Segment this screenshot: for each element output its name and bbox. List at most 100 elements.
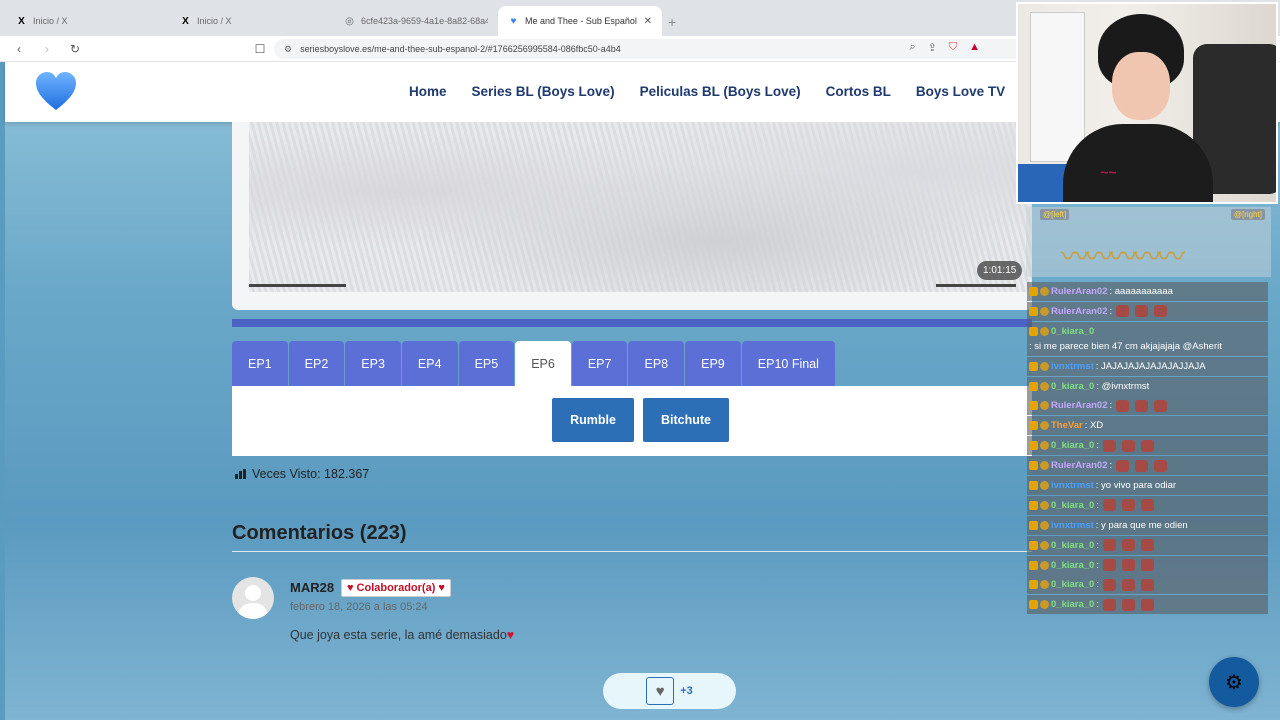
chat-username[interactable]: 0_kiara_0 xyxy=(1051,499,1094,512)
share-icon[interactable]: ⇪ xyxy=(928,41,937,54)
chat-username[interactable]: 0_kiara_0 xyxy=(1051,380,1094,393)
chat-message: ivnxtrmst: JAJAJAJAJAJAJAJJAJA xyxy=(1027,356,1268,376)
browser-tab[interactable]: ◎ 6cfe423a-9659-4a1e-8a82-68a4515... xyxy=(334,6,498,36)
video-player[interactable]: 1:01:15 xyxy=(232,122,1032,310)
chat-username[interactable]: 0_kiara_0 xyxy=(1051,539,1094,552)
reload-icon[interactable]: ↻ xyxy=(68,42,82,56)
tab-ep5[interactable]: EP5 xyxy=(458,341,515,386)
avatar xyxy=(232,577,274,619)
tab-ep4[interactable]: EP4 xyxy=(401,341,458,386)
emote-icon xyxy=(1116,305,1130,318)
chat-message: 0_kiara_0: xyxy=(1027,555,1268,575)
close-tab-icon[interactable]: ✕ xyxy=(644,16,652,27)
new-tab-icon[interactable]: + xyxy=(668,14,676,30)
tab-ep1[interactable]: EP1 xyxy=(232,341,288,386)
nav-peliculas-bl[interactable]: Peliculas BL (Boys Love) xyxy=(640,84,801,99)
gear-icon: ⚙ xyxy=(1225,671,1243,694)
comment-author[interactable]: MAR28 xyxy=(290,580,334,595)
chat-message: 0_kiara_0: xyxy=(1027,436,1268,456)
badge-icon xyxy=(1040,441,1049,451)
video-progress[interactable] xyxy=(249,284,346,287)
zoom-icon[interactable]: ⌕ xyxy=(909,41,915,54)
like-bar: ♥ +3 xyxy=(603,673,736,709)
chat-message: RulerAran02: xyxy=(1027,396,1268,416)
chat-text: : xyxy=(1096,499,1099,511)
alert-label: @[left] xyxy=(1040,209,1070,220)
chat-message: ivnxtrmst: yo vivo para odiar xyxy=(1027,476,1268,496)
emote-icon xyxy=(1102,598,1116,611)
like-count: +3 xyxy=(680,685,693,697)
chat-username[interactable]: RulerAran02 xyxy=(1051,305,1108,318)
badge-icon xyxy=(1029,361,1038,371)
video-progress-end xyxy=(936,284,1016,287)
chat-text: : y para que me odien xyxy=(1095,519,1188,531)
dragon-emote-icon: 〰〰〰〰〰 xyxy=(1061,241,1185,272)
chat-message: 0_kiara_0: xyxy=(1027,495,1268,515)
like-heart-button[interactable]: ♥ xyxy=(646,677,675,705)
chat-text: : xyxy=(1096,599,1099,611)
chat-username[interactable]: ivnxtrmst xyxy=(1051,360,1094,373)
chat-username[interactable]: 0_kiara_0 xyxy=(1051,439,1094,452)
back-icon[interactable]: ‹ xyxy=(12,42,26,56)
chat-message: 0_kiara_0: @ivnxtrmst xyxy=(1027,376,1268,396)
site-info-icon[interactable]: ⚙ xyxy=(284,44,292,55)
bookmark-icon[interactable]: ☐ xyxy=(253,42,267,56)
badge-icon xyxy=(1040,421,1049,431)
badge-icon xyxy=(1040,326,1049,336)
chat-message: 0_kiara_0: xyxy=(1027,595,1268,615)
tab-ep2[interactable]: EP2 xyxy=(288,341,345,386)
badge-icon xyxy=(1040,600,1049,610)
nav-boys-love-tv[interactable]: Boys Love TV xyxy=(916,84,1005,99)
rewards-icon[interactable]: ▲ xyxy=(969,41,980,54)
shirt-graphic: ~~ xyxy=(1100,164,1117,180)
chat-username[interactable]: ivnxtrmst xyxy=(1051,479,1094,492)
chat-username[interactable]: 0_kiara_0 xyxy=(1051,325,1094,338)
x-logo-icon: X xyxy=(18,15,25,27)
nav-home[interactable]: Home xyxy=(409,84,447,99)
chat-username[interactable]: RulerAran02 xyxy=(1051,399,1108,412)
badge-icon xyxy=(1029,306,1038,316)
tab-ep8[interactable]: EP8 xyxy=(628,341,685,386)
browser-tab[interactable]: X Inicio / X xyxy=(6,6,170,36)
emote-icon xyxy=(1102,578,1116,591)
chat-text: : aaaaaaaaaaa xyxy=(1109,286,1173,297)
emote-icon xyxy=(1116,399,1130,412)
stream-chat: RulerAran02: aaaaaaaaaaa RulerAran02:0_ki… xyxy=(1027,282,1268,615)
bitchute-button[interactable]: Bitchute xyxy=(643,398,729,442)
settings-gear-button[interactable]: ⚙ xyxy=(1209,657,1259,707)
tab-ep7[interactable]: EP7 xyxy=(571,341,628,386)
rumble-button[interactable]: Rumble xyxy=(552,398,634,442)
tab-ep6[interactable]: EP6 xyxy=(515,341,571,386)
tab-ep10-final[interactable]: EP10 Final xyxy=(741,341,835,386)
forward-icon[interactable]: › xyxy=(40,42,54,56)
heart-logo-icon[interactable] xyxy=(35,72,77,112)
chat-username[interactable]: TheVar xyxy=(1051,419,1083,432)
tab-ep9[interactable]: EP9 xyxy=(685,341,741,386)
badge-icon xyxy=(1040,306,1049,316)
globe-icon: ◎ xyxy=(345,15,354,27)
heart-favicon-icon: ♥ xyxy=(510,15,517,27)
chat-username[interactable]: RulerAran02 xyxy=(1051,459,1108,472)
browser-tab-active[interactable]: ♥ Me and Thee - Sub Español - Se ✕ xyxy=(498,6,662,36)
chat-message: RulerAran02: xyxy=(1027,301,1268,321)
badge-label: Colaborador(a) xyxy=(356,582,436,594)
nav-cortos-bl[interactable]: Cortos BL xyxy=(826,84,891,99)
comment-date[interactable]: febrero 18, 2026 a las 05:24 xyxy=(290,601,428,613)
tab-ep3[interactable]: EP3 xyxy=(345,341,401,386)
browser-tab[interactable]: X Inicio / X xyxy=(170,6,334,36)
chat-username[interactable]: RulerAran02 xyxy=(1051,285,1108,298)
badge-icon xyxy=(1040,500,1049,510)
view-count: Veces Visto: 182.367 xyxy=(235,467,369,481)
badge-icon xyxy=(1029,381,1038,391)
badge-icon xyxy=(1040,287,1049,296)
shield-icon[interactable]: ⛉ xyxy=(949,41,957,54)
badge-icon xyxy=(1040,381,1049,391)
badge-icon xyxy=(1040,461,1049,471)
chat-username[interactable]: ivnxtrmst xyxy=(1051,519,1094,532)
nav-series-bl[interactable]: Series BL (Boys Love) xyxy=(472,84,615,99)
emote-icon xyxy=(1121,598,1135,611)
chat-username[interactable]: 0_kiara_0 xyxy=(1051,559,1094,572)
chat-username[interactable]: 0_kiara_0 xyxy=(1051,598,1094,611)
video-frame[interactable] xyxy=(249,122,1032,292)
chat-username[interactable]: 0_kiara_0 xyxy=(1051,578,1094,591)
